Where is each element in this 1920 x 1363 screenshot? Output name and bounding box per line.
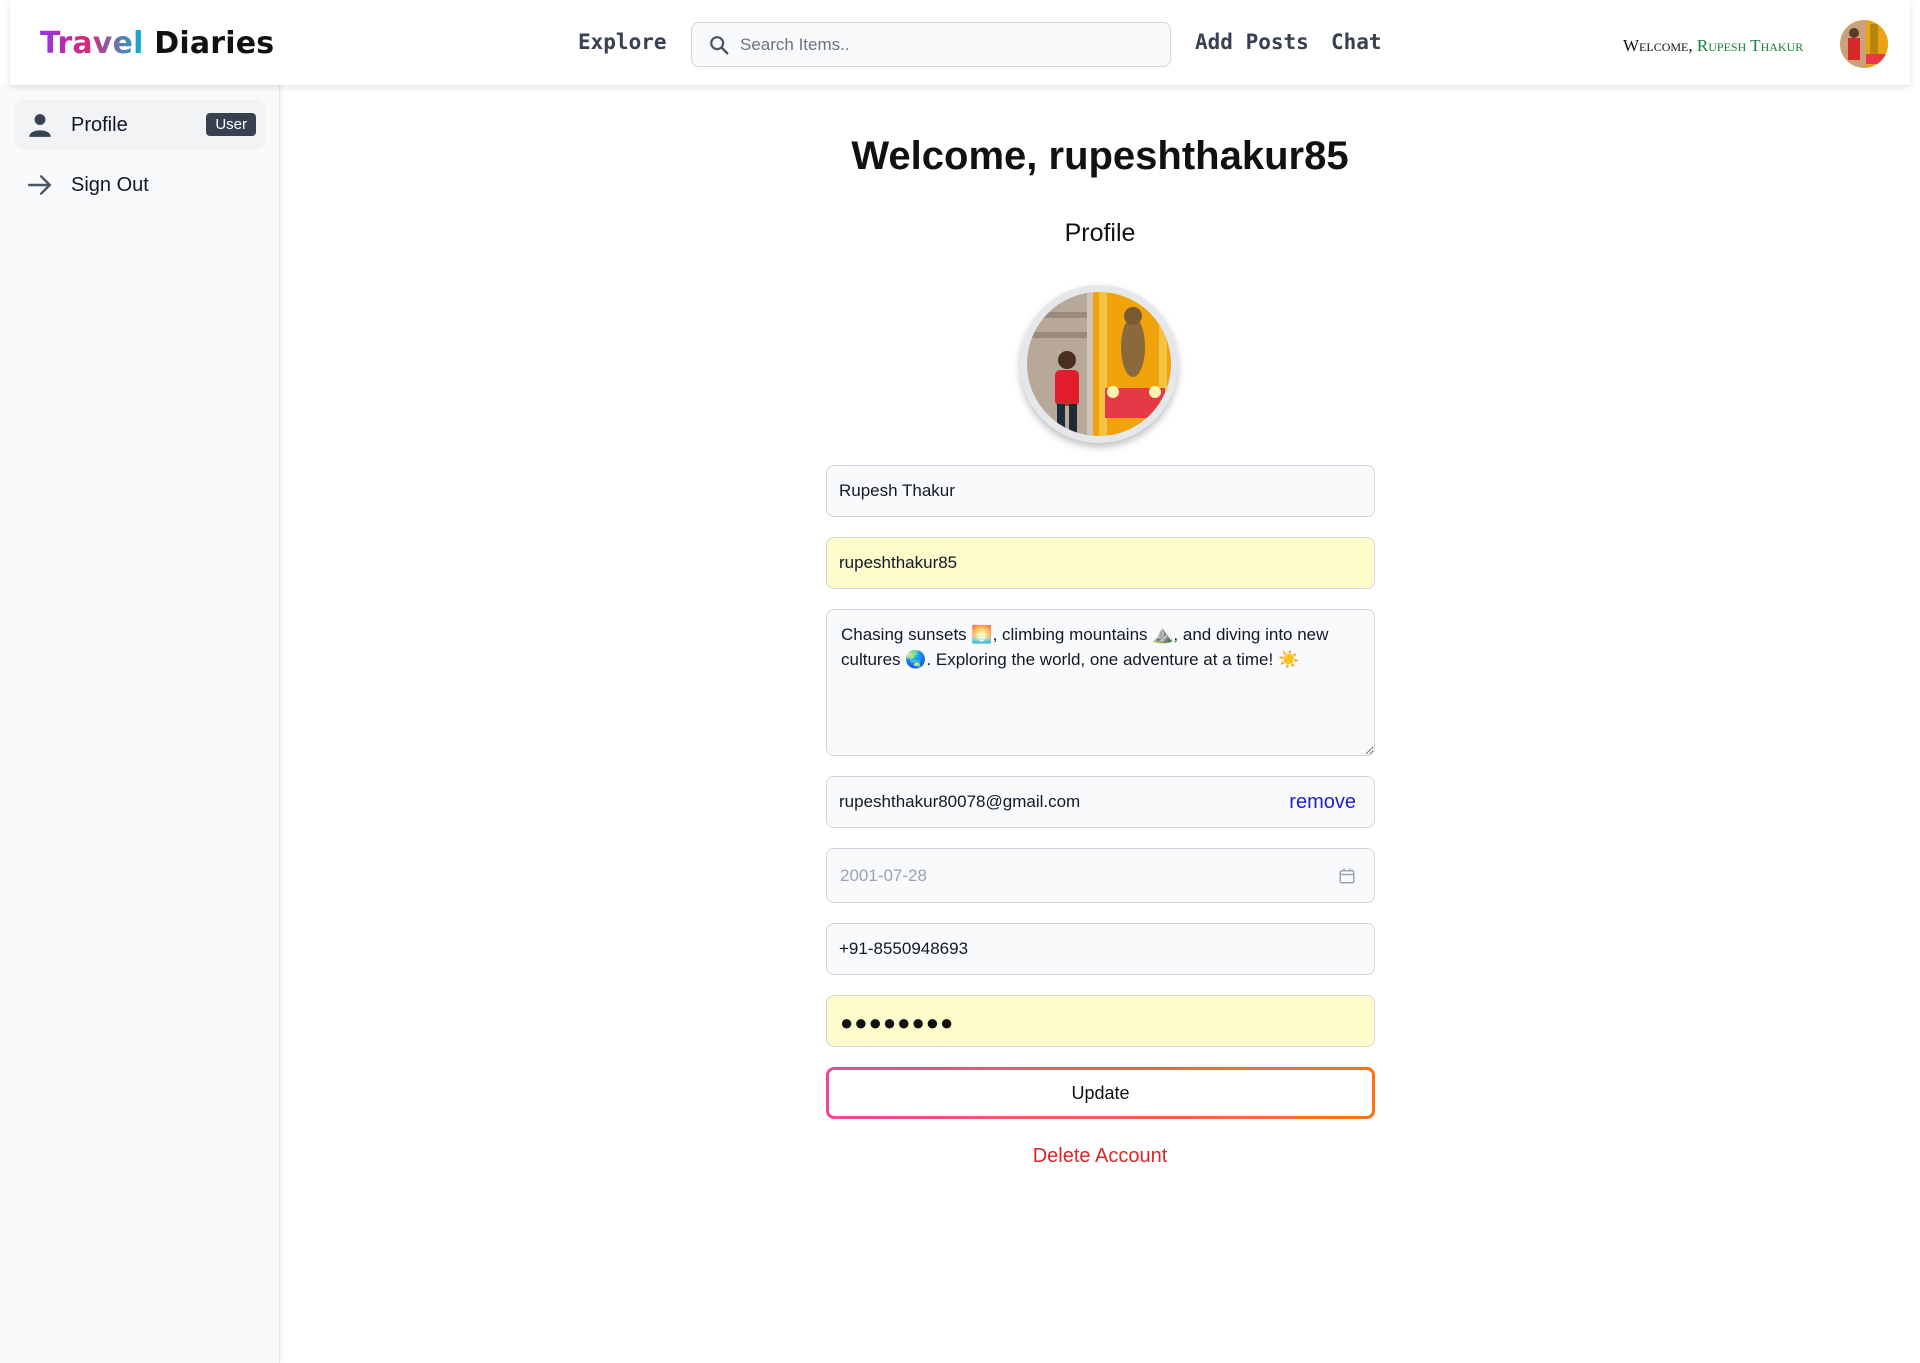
- welcome-user-name: Rupesh Thakur: [1696, 36, 1804, 55]
- profile-photo: [1027, 292, 1171, 436]
- search-icon: [710, 35, 729, 54]
- delete-account-link[interactable]: Delete Account: [1033, 1145, 1168, 1167]
- search-input[interactable]: [740, 34, 1160, 55]
- sidebar-item-label: Profile: [71, 113, 128, 136]
- calendar-icon[interactable]: [1338, 867, 1356, 885]
- bio-textarea[interactable]: Chasing sunsets 🌅, climbing mountains ⛰️…: [826, 609, 1375, 756]
- search-bar: [691, 22, 1171, 67]
- sidebar-item-profile[interactable]: Profile User: [15, 100, 265, 150]
- user-avatar[interactable]: [1840, 20, 1888, 68]
- email-field[interactable]: rupeshthakur80078@gmail.com remove: [826, 776, 1375, 828]
- sidebar: Profile User Sign Out: [0, 85, 280, 1363]
- welcome-greeting: Welcome, Rupesh Thakur: [1623, 36, 1803, 56]
- user-role-badge: User: [206, 113, 256, 136]
- arrow-right-icon: [27, 175, 51, 195]
- avatar-image: [1840, 20, 1888, 68]
- profile-picture[interactable]: [1020, 285, 1178, 443]
- logo-diaries: Diaries: [154, 26, 275, 61]
- logo-travel: Travel: [40, 26, 144, 61]
- site-logo[interactable]: Travel Diaries: [40, 26, 274, 61]
- nav-chat-link[interactable]: Chat: [1331, 30, 1382, 54]
- welcome-prefix: Welcome,: [1623, 36, 1693, 55]
- username-field[interactable]: [826, 537, 1375, 589]
- date-of-birth-value: 2001-07-28: [840, 865, 927, 885]
- top-navbar: Travel Diaries Explore Add Posts Chat We…: [10, 0, 1910, 85]
- page-title: Welcome, rupeshthakur85: [851, 134, 1349, 178]
- sidebar-item-sign-out[interactable]: Sign Out: [15, 160, 265, 210]
- nav-explore-link[interactable]: Explore: [578, 30, 667, 54]
- full-name-field[interactable]: [826, 465, 1375, 517]
- user-icon: [29, 114, 51, 137]
- update-button[interactable]: Update: [826, 1067, 1375, 1119]
- nav-add-posts-link[interactable]: Add Posts: [1195, 30, 1309, 54]
- delete-account-button: Delete Account: [280, 1145, 1920, 1168]
- date-of-birth-field[interactable]: 2001-07-28: [826, 848, 1375, 903]
- remove-email-button[interactable]: remove: [1289, 791, 1356, 814]
- sidebar-item-label: Sign Out: [71, 173, 149, 196]
- email-value: rupeshthakur80078@gmail.com: [839, 792, 1081, 811]
- password-mask: ●●●●●●●●: [840, 1010, 955, 1035]
- phone-field[interactable]: [826, 923, 1375, 975]
- section-title: Profile: [1064, 219, 1136, 247]
